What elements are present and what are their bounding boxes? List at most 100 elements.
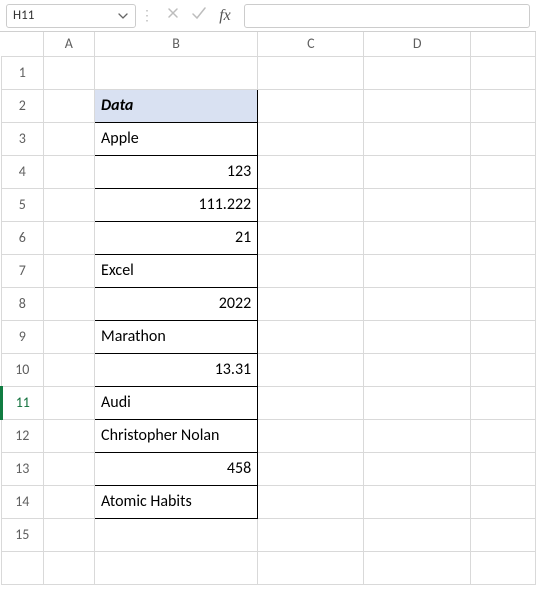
cell[interactable] xyxy=(470,287,535,320)
cell[interactable] xyxy=(258,419,364,452)
cell[interactable] xyxy=(364,452,470,485)
cell[interactable]: Atomic Habits xyxy=(95,485,258,518)
cell[interactable]: Audi xyxy=(95,386,258,419)
cell[interactable] xyxy=(364,320,470,353)
cell[interactable]: 123 xyxy=(95,155,258,188)
cell[interactable]: Data xyxy=(95,89,258,122)
cell[interactable] xyxy=(43,518,94,551)
cell[interactable] xyxy=(43,254,94,287)
row-header[interactable]: 9 xyxy=(2,320,44,353)
row-header[interactable]: 12 xyxy=(2,419,44,452)
col-header-c[interactable]: C xyxy=(258,32,364,56)
cell[interactable] xyxy=(258,518,364,551)
cell[interactable] xyxy=(470,188,535,221)
cell[interactable] xyxy=(43,320,94,353)
cell[interactable] xyxy=(43,419,94,452)
row-header[interactable]: 10 xyxy=(2,353,44,386)
cell[interactable] xyxy=(364,419,470,452)
cell[interactable] xyxy=(364,89,470,122)
col-header-b[interactable]: B xyxy=(95,32,258,56)
cell[interactable] xyxy=(364,551,470,584)
col-header-a[interactable]: A xyxy=(43,32,94,56)
cell[interactable]: Excel xyxy=(95,254,258,287)
cell[interactable] xyxy=(364,287,470,320)
cell[interactable] xyxy=(470,518,535,551)
cell[interactable]: 2022 xyxy=(95,287,258,320)
cell[interactable] xyxy=(470,89,535,122)
cell[interactable] xyxy=(364,485,470,518)
name-box[interactable]: H11 xyxy=(6,4,136,28)
cell[interactable] xyxy=(470,320,535,353)
cell[interactable] xyxy=(43,485,94,518)
cell[interactable] xyxy=(258,551,364,584)
spreadsheet-grid[interactable]: A B C D 12 Data 3 Apple 4 123 5 111.222 6 21 7 Exce… xyxy=(0,32,536,585)
row-header[interactable]: 4 xyxy=(2,155,44,188)
cell[interactable] xyxy=(470,155,535,188)
select-all-corner[interactable] xyxy=(2,32,44,56)
cell[interactable] xyxy=(43,386,94,419)
cell[interactable] xyxy=(364,56,470,89)
cell[interactable] xyxy=(95,518,258,551)
cell[interactable]: 21 xyxy=(95,221,258,254)
cell[interactable] xyxy=(258,188,364,221)
cell[interactable] xyxy=(258,287,364,320)
cell[interactable] xyxy=(258,386,364,419)
cell[interactable] xyxy=(364,386,470,419)
row-header[interactable]: 3 xyxy=(2,122,44,155)
col-header-d[interactable]: D xyxy=(364,32,470,56)
col-header-e[interactable] xyxy=(470,32,535,56)
cell[interactable] xyxy=(258,353,364,386)
cell[interactable] xyxy=(470,122,535,155)
cell[interactable]: 458 xyxy=(95,452,258,485)
cell[interactable] xyxy=(364,221,470,254)
cell[interactable] xyxy=(364,188,470,221)
cell[interactable] xyxy=(43,287,94,320)
cancel-button[interactable] xyxy=(162,5,184,27)
cell[interactable]: Apple xyxy=(95,122,258,155)
row-header[interactable]: 7 xyxy=(2,254,44,287)
cell[interactable] xyxy=(258,122,364,155)
cell[interactable] xyxy=(364,353,470,386)
enter-button[interactable] xyxy=(188,5,210,27)
formula-input[interactable] xyxy=(244,4,530,28)
row-header[interactable]: 15 xyxy=(2,518,44,551)
insert-function-button[interactable]: fx xyxy=(214,5,236,27)
cell[interactable] xyxy=(258,254,364,287)
cell[interactable] xyxy=(258,56,364,89)
row-header[interactable]: 6 xyxy=(2,221,44,254)
cell[interactable] xyxy=(470,221,535,254)
row-header[interactable]: 14 xyxy=(2,485,44,518)
cell[interactable] xyxy=(258,155,364,188)
row-header[interactable]: 1 xyxy=(2,56,44,89)
cell[interactable] xyxy=(258,452,364,485)
cell[interactable] xyxy=(43,89,94,122)
cell[interactable] xyxy=(43,551,94,584)
cell[interactable] xyxy=(43,452,94,485)
chevron-down-icon[interactable] xyxy=(117,10,129,22)
cell[interactable] xyxy=(470,551,535,584)
cell[interactable] xyxy=(364,254,470,287)
row-header[interactable]: 5 xyxy=(2,188,44,221)
cell[interactable] xyxy=(470,419,535,452)
cell[interactable] xyxy=(470,254,535,287)
row-header[interactable] xyxy=(2,551,44,584)
row-header[interactable]: 13 xyxy=(2,452,44,485)
cell[interactable] xyxy=(364,122,470,155)
cell[interactable] xyxy=(95,551,258,584)
cell[interactable] xyxy=(43,353,94,386)
cell[interactable] xyxy=(258,320,364,353)
cell[interactable] xyxy=(258,485,364,518)
cell[interactable] xyxy=(364,155,470,188)
cell[interactable]: 111.222 xyxy=(95,188,258,221)
cell[interactable] xyxy=(258,89,364,122)
cell[interactable] xyxy=(43,155,94,188)
row-header[interactable]: 8 xyxy=(2,287,44,320)
cell[interactable] xyxy=(470,56,535,89)
cell[interactable] xyxy=(470,452,535,485)
cell[interactable] xyxy=(95,56,258,89)
cell[interactable] xyxy=(43,188,94,221)
cell[interactable] xyxy=(364,518,470,551)
row-header[interactable]: 2 xyxy=(2,89,44,122)
cell[interactable] xyxy=(43,122,94,155)
cell[interactable] xyxy=(43,56,94,89)
